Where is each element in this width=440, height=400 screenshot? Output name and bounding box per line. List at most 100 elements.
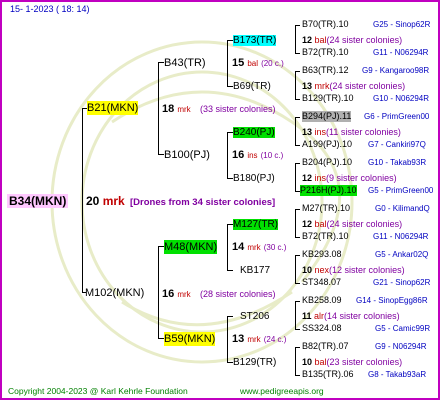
connector-line (295, 117, 296, 145)
connector-line (295, 209, 300, 210)
gen2-code: ins (247, 151, 258, 160)
gen3-label: B173(TR) (233, 35, 277, 46)
gen4-left: KB258.09 (302, 295, 342, 305)
gen3-label: B180(PJ) (233, 173, 275, 184)
footer-url-link[interactable]: www.pedigreeapis.org (240, 386, 324, 397)
connector-line (82, 108, 83, 292)
gen4-left: B82(TR).07 (302, 341, 349, 351)
gen1-b21[interactable]: B21(MKN) (87, 101, 139, 115)
gen2-number: 15 (232, 57, 245, 69)
connector-line (295, 375, 300, 376)
gen4-ancestor[interactable]: M27(TR).10 (302, 203, 350, 214)
gen4-left: ST348.07 (302, 277, 342, 287)
gen3-number: 12 (302, 219, 313, 229)
gen4-ancestor[interactable]: B294(PJ).11 (302, 111, 352, 122)
gen4-left: M27(TR).10 (302, 203, 351, 213)
connector-line (295, 25, 296, 53)
gen4-ancestor[interactable]: A199(PJ).10 (302, 139, 352, 150)
gen3-b180[interactable]: B180(PJ) (233, 173, 275, 184)
gen3-note: (24 sister colonies) (329, 81, 406, 91)
gen4-ancestor[interactable]: B72(TR).10 (302, 231, 349, 242)
connector-line (295, 163, 300, 164)
gen4-ancestor[interactable]: B135(TR).06 (302, 369, 354, 380)
gen3-code: ins (314, 127, 327, 137)
gen1-label: M102(MKN) (85, 287, 145, 299)
root-queen[interactable]: B34(MKN) (7, 194, 69, 208)
gen1-m102-note: (28 sister colonies) (200, 289, 276, 299)
gen3-label: B240(PJ) (233, 127, 275, 138)
gen4-origin: G9 - N06294R (375, 342, 427, 351)
gen4-origin: G5 - PrimGreen00 (368, 186, 434, 195)
gen4-ancestor[interactable]: KB293.08 (302, 249, 342, 260)
gen3-kb177[interactable]: KB177 (240, 265, 270, 276)
gen4-ancestor[interactable]: B63(TR).12 (302, 65, 349, 76)
gen3-label: KB177 (240, 265, 271, 276)
gen4-origin: G14 - SinopEgg86R (356, 296, 428, 305)
gen1-b21-info: 18 mrk (162, 102, 191, 117)
gen1-number: 16 (162, 288, 175, 300)
gen4-left: B72(TR).10 (302, 231, 349, 241)
connector-line (295, 99, 300, 100)
gen4-ancestor[interactable]: ST348.07 (302, 277, 341, 288)
gen2-code: bal (247, 59, 258, 68)
gen3-m127[interactable]: M127(TR) (233, 219, 279, 230)
gen3-code: nex (314, 265, 330, 275)
gen3-note: (24 sister colonies) (326, 219, 403, 229)
gen4-ancestor[interactable]: B70(TR).10 (302, 19, 349, 30)
gen3-b173[interactable]: B173(TR) (233, 35, 277, 46)
gen2-label: B59(MKN) (164, 333, 216, 345)
gen4-ancestor[interactable]: P216H(PJ).10 (300, 185, 357, 196)
gen3-b69[interactable]: B69(TR) (233, 81, 271, 92)
gen2-note: (30 c.) (263, 243, 287, 252)
gen2-number: 16 (232, 149, 245, 161)
gen1-m102[interactable]: M102(MKN) (85, 286, 144, 300)
gen4-ancestor[interactable]: SS324.08 (302, 323, 342, 334)
gen3-b69-info: 13 mrk(24 sister colonies) (302, 81, 405, 92)
connector-line (295, 145, 300, 146)
gen2-note: (20 c.) (261, 59, 284, 68)
gen2-m48-info: 14 mrk (30 c.) (232, 240, 286, 255)
gen2-b43[interactable]: B43(TR) (164, 56, 206, 70)
gen2-code: mrk (247, 243, 261, 252)
gen3-number: 10 (302, 265, 313, 275)
gen2-b100[interactable]: B100(PJ) (164, 148, 210, 162)
gen3-code: mrk (314, 81, 330, 91)
gen4-ancestor[interactable]: B204(PJ).10 (302, 157, 352, 168)
gen3-number: 11 (302, 311, 312, 321)
root-note: [Drones from 34 sister colonies] (130, 197, 276, 208)
gen3-label: B129(TR) (233, 357, 277, 368)
connector-line (295, 25, 300, 26)
connector-line (295, 255, 300, 256)
gen3-kb177-info: 10 nex(12 sister colonies) (302, 265, 405, 276)
gen4-origin: G7 - Cankiri97Q (368, 140, 426, 149)
gen2-code: mrk (247, 335, 261, 344)
gen3-number: 10 (302, 357, 313, 367)
gen3-b129[interactable]: B129(TR) (233, 357, 276, 368)
gen3-st206[interactable]: ST206 (240, 311, 269, 322)
gen3-number: 12 (302, 173, 313, 183)
gen2-b59-info: 13 mrk (24 c.) (232, 332, 286, 347)
gen2-m48[interactable]: M48(MKN) (164, 240, 218, 254)
gen4-origin: G10 - Takab93R (368, 158, 427, 167)
gen1-code: mrk (177, 290, 191, 299)
gen4-origin: G11 - N06294R (373, 48, 429, 57)
gen4-left: B129(TR).10 (302, 93, 354, 103)
gen3-code: bal (314, 219, 327, 229)
gen3-code: bal (314, 35, 327, 45)
gen4-ancestor[interactable]: B129(TR).10 (302, 93, 354, 104)
gen4-ancestor[interactable]: B82(TR).07 (302, 341, 349, 352)
gen4-origin: G25 - Sinop62R (373, 20, 431, 29)
gen2-b43-info: 15 bal (20 c.) (232, 56, 284, 71)
gen2-b59[interactable]: B59(MKN) (164, 332, 216, 346)
connector-line (227, 132, 228, 178)
gen4-ancestor[interactable]: B72(TR).10 (302, 47, 349, 58)
gen3-b240[interactable]: B240(PJ) (233, 127, 275, 138)
gen4-left: B70(TR).10 (302, 19, 349, 29)
gen3-note: (9 sister colonies) (326, 173, 397, 183)
connector-line (227, 316, 228, 362)
root-queen-label: B34(MKN) (9, 194, 67, 208)
gen2-note: (10 c.) (260, 151, 284, 160)
gen3-note: (23 sister colonies) (326, 357, 403, 367)
connector-line (295, 209, 296, 237)
gen4-ancestor[interactable]: KB258.09 (302, 295, 342, 306)
